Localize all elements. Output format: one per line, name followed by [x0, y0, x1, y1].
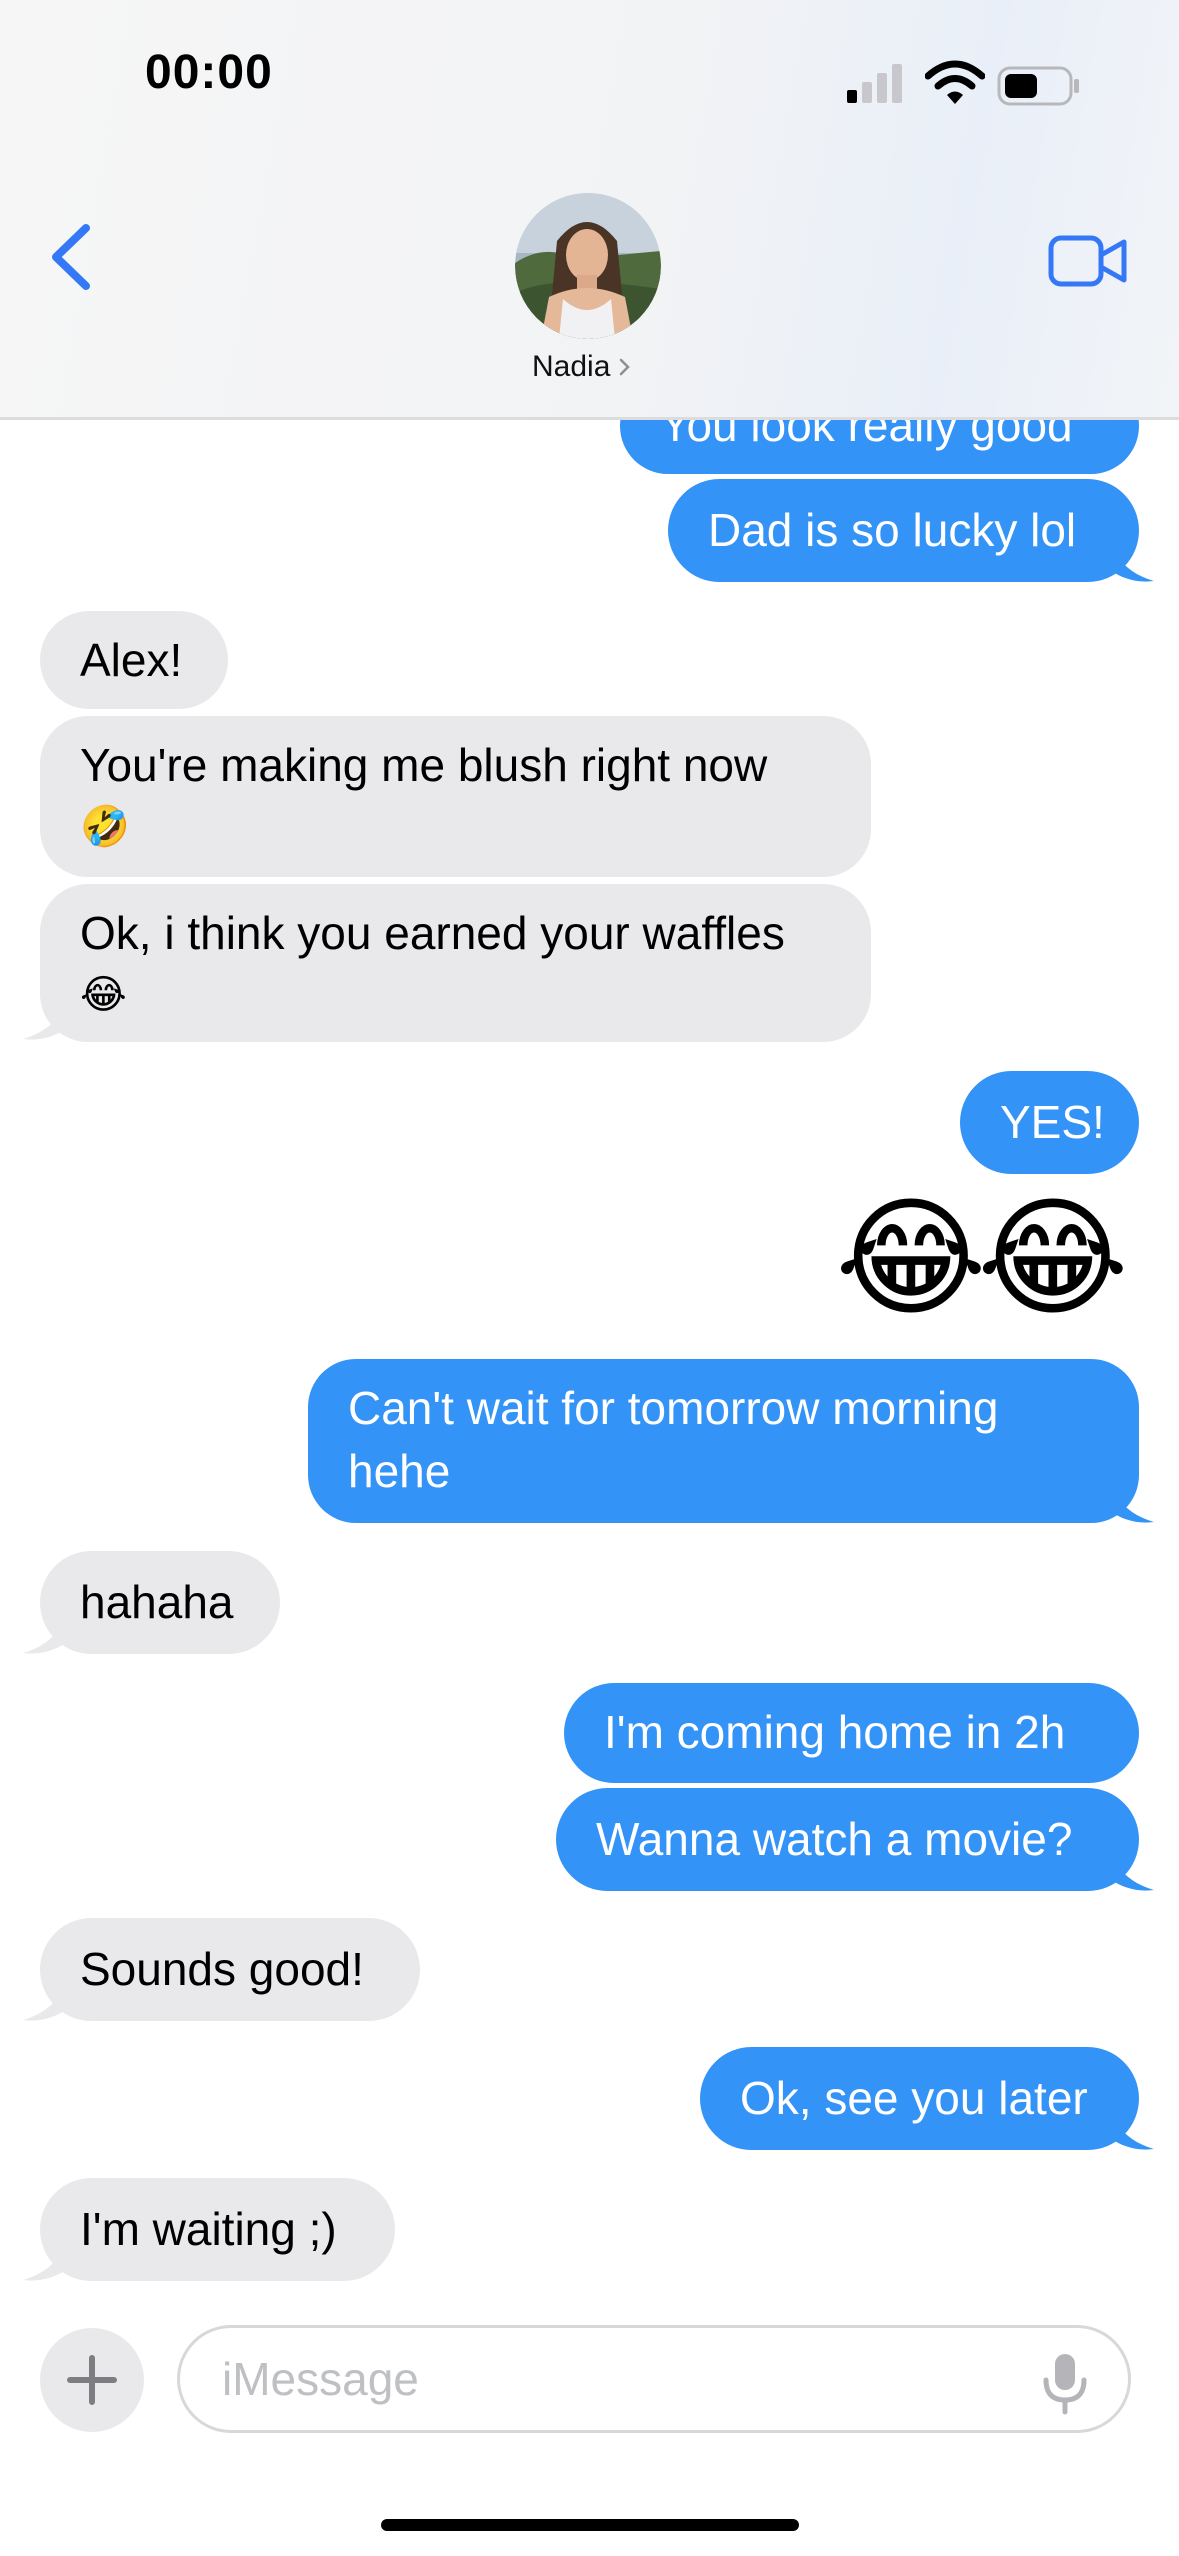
imessage-input[interactable]	[177, 2325, 1131, 2433]
emoji-message[interactable]: 😂😂	[835, 1183, 1129, 1333]
bubble-tail	[23, 1612, 67, 1654]
bubble-tail	[1110, 1849, 1154, 1891]
message-bubble-outgoing[interactable]: Can't wait for tomorrow morning hehe	[308, 1359, 1139, 1523]
wifi-icon	[925, 60, 985, 104]
back-button[interactable]	[42, 222, 102, 292]
message-bubble-outgoing[interactable]: YES!	[960, 1071, 1139, 1174]
video-call-button[interactable]	[1048, 234, 1128, 288]
contact-name-button[interactable]: Nadia	[532, 350, 632, 384]
contact-avatar[interactable]	[515, 193, 661, 339]
message-bubble-incoming[interactable]: Sounds good!	[40, 1918, 420, 2021]
message-bubble-outgoing[interactable]: I'm coming home in 2h	[564, 1683, 1139, 1783]
message-bubble-incoming[interactable]: You're making me blush right now 🤣	[40, 716, 871, 877]
bubble-tail	[1110, 1481, 1154, 1523]
message-bubble-incoming[interactable]: Ok, i think you earned your waffles 😂	[40, 884, 871, 1042]
bubble-tail	[1110, 540, 1154, 582]
chevron-right-icon	[620, 358, 631, 376]
message-bubble-outgoing[interactable]: Wanna watch a movie?	[556, 1788, 1139, 1891]
home-indicator[interactable]	[381, 2519, 799, 2531]
battery-icon	[997, 66, 1079, 106]
message-bubble-incoming[interactable]: Alex!	[40, 611, 228, 709]
contact-name: Nadia	[532, 350, 611, 383]
bubble-tail	[23, 1979, 67, 2021]
bubble-tail	[23, 2239, 67, 2281]
conversation-header: 00:00 Nadia	[0, 0, 1179, 420]
message-bubble-outgoing[interactable]: Ok, see you later	[700, 2047, 1139, 2150]
bubble-tail	[1110, 2108, 1154, 2150]
bubble-tail	[23, 998, 67, 1040]
message-bubble-incoming[interactable]: I'm waiting ;)	[40, 2178, 395, 2281]
status-bar-time: 00:00	[145, 46, 273, 99]
apps-plus-button[interactable]	[40, 2328, 144, 2432]
message-bubble-outgoing[interactable]: Dad is so lucky lol	[668, 479, 1139, 582]
plus-icon	[67, 2355, 117, 2405]
cellular-signal-icon	[847, 64, 902, 103]
microphone-icon[interactable]	[1040, 2352, 1090, 2416]
message-bubble-incoming[interactable]: hahaha	[40, 1551, 280, 1654]
